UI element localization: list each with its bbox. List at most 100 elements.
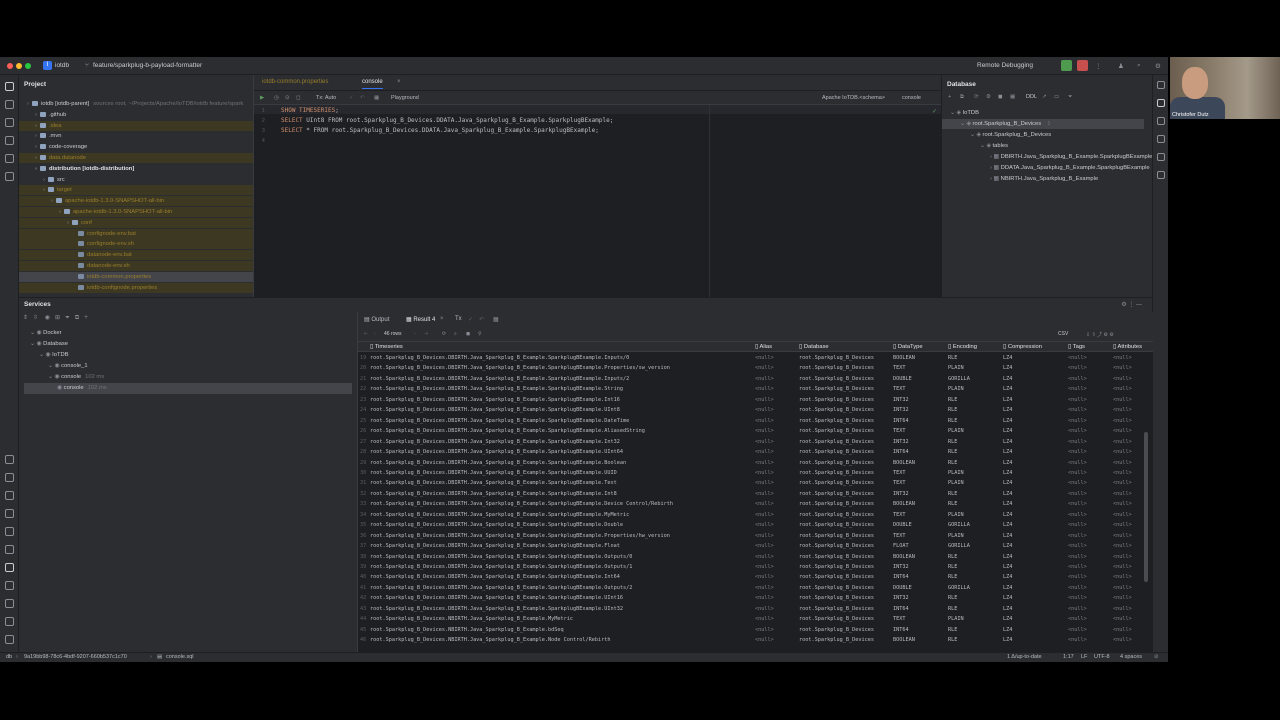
table-cell[interactable]: <null> [1068,635,1087,645]
stop-query-icon[interactable]: ◻ [296,95,301,101]
table-cell[interactable]: LZ4 [1003,499,1012,509]
project-tree-item[interactable]: › code-coverage [19,142,253,152]
todo-icon[interactable] [5,455,14,464]
table-cell[interactable]: root.Sparkplug_B_Devices.DBIRTH.Java_Spa… [370,374,629,384]
project-tree-item[interactable]: › apache-iotdb-1.3.0-SNAPSHOT-all-bin [19,207,253,217]
col-datatype[interactable]: ▯ DataType [893,344,923,350]
table-cell[interactable]: <null> [1068,593,1087,603]
table-cell[interactable]: root.Sparkplug_B_Devices [799,416,874,426]
database-tree-item[interactable]: › ▦ NBIRTH.Java_Sparkplug_B_Example [942,174,1144,184]
table-row[interactable]: 19 root.Sparkplug_B_Devices.DBIRTH.Java_S… [358,353,1148,363]
table-row[interactable]: 35 root.Sparkplug_B_Devices.DBIRTH.Java_S… [358,520,1148,530]
database-tree-item[interactable]: ⌄ ◈ root.Sparkplug_B_Devices 1 [942,119,1144,129]
table-cell[interactable]: <null> [755,593,774,603]
table-row[interactable]: 23 root.Sparkplug_B_Devices.DBIRTH.Java_S… [358,395,1148,405]
table-cell[interactable]: RLE [948,572,957,582]
table-cell[interactable]: LZ4 [1003,625,1012,635]
table-cell[interactable]: <null> [1113,614,1132,624]
table-cell[interactable]: PLAIN [948,614,964,624]
table-cell[interactable]: LZ4 [1003,363,1012,373]
table-cell[interactable]: <null> [1068,625,1087,635]
branch-selector[interactable]: feature/sparkplug-b-payload-formatter [93,62,202,69]
project-tree-item[interactable]: datanode-env.sh [19,261,253,271]
terminal-tool-icon[interactable] [5,154,14,163]
history-icon[interactable]: ◷ [274,95,279,101]
chevron-icon[interactable]: › [35,166,37,172]
settings-gear-icon[interactable]: ⚙ [1155,62,1161,70]
col-alias[interactable]: ▯ Alias [755,344,772,350]
table-cell[interactable]: <null> [1113,374,1132,384]
table-cell[interactable]: root.Sparkplug_B_Devices [799,593,874,603]
col-compression[interactable]: ▯ Compression [1003,344,1042,350]
table-cell[interactable]: root.Sparkplug_B_Devices.DBIRTH.Java_Spa… [370,416,629,426]
table-cell[interactable]: <null> [1068,353,1087,363]
table-cell[interactable]: root.Sparkplug_B_Devices [799,426,874,436]
project-tree-item[interactable]: datanode-env.bat [19,250,253,261]
reload-icon[interactable]: ⟳ [442,331,446,337]
table-row[interactable]: 36 root.Sparkplug_B_Devices.DBIRTH.Java_S… [358,531,1148,541]
table-cell[interactable]: root.Sparkplug_B_Devices [799,499,874,509]
execute-icon[interactable]: ▶ [260,95,264,101]
info-icon[interactable] [5,599,14,608]
table-cell[interactable]: INT64 [893,447,909,457]
table-cell[interactable]: LZ4 [1003,478,1012,488]
table-cell[interactable]: FLOAT [893,541,909,551]
git-tool-icon[interactable] [5,617,14,626]
table-cell[interactable]: <null> [755,458,774,468]
project-tree-item[interactable]: › .idea [19,120,253,131]
table-cell[interactable]: root.Sparkplug_B_Devices.DBIRTH.Java_Spa… [370,437,620,447]
table-cell[interactable]: <null> [1113,520,1132,530]
project-tree-item[interactable]: › target [19,185,253,196]
table-row[interactable]: 33 root.Sparkplug_B_Devices.DBIRTH.Java_S… [358,499,1148,509]
table-cell[interactable]: LZ4 [1003,353,1012,363]
services-tree-item[interactable]: ⌄ ◉ IoTDB [24,350,352,361]
lock-icon[interactable]: ⊘ [1154,654,1159,660]
table-cell[interactable]: BOOLEAN [893,635,915,645]
table-cell[interactable]: TEXT [893,384,906,394]
table-cell[interactable]: root.Sparkplug_B_Devices.DBIRTH.Java_Spa… [370,510,629,520]
table-cell[interactable]: INT32 [893,405,909,415]
rows-count-selector[interactable]: 46 rows [384,331,402,337]
code-line[interactable]: SELECT * FROM root.Sparkplug_B_Devices.D… [281,127,599,134]
table-cell[interactable]: <null> [755,478,774,488]
chevron-icon[interactable]: › [51,198,53,204]
table-cell[interactable]: RLE [948,593,957,603]
search-icon[interactable]: ⌕ [1137,62,1141,70]
table-cell[interactable]: <null> [755,447,774,457]
table-cell[interactable]: root.Sparkplug_B_Devices.NBIRTH.Java_Spa… [370,635,610,645]
chevron-icon[interactable]: › [67,220,69,226]
table-cell[interactable]: LZ4 [1003,416,1012,426]
table-cell[interactable]: <null> [1113,572,1132,582]
copilot-icon[interactable] [1157,135,1165,143]
jump-icon[interactable]: ↗ [1042,94,1047,100]
table-cell[interactable]: TEXT [893,614,906,624]
table-cell[interactable]: root.Sparkplug_B_Devices [799,395,874,405]
table-cell[interactable]: root.Sparkplug_B_Devices.NBIRTH.Java_Spa… [370,614,573,624]
tx-mode-selector[interactable]: Tx: Auto [316,95,336,101]
tab-console[interactable]: console [362,79,383,89]
table-cell[interactable]: <null> [1068,374,1087,384]
project-tree-item[interactable]: confignode-env.sh [19,239,253,250]
table-row[interactable]: 39 root.Sparkplug_B_Devices.DBIRTH.Java_S… [358,562,1148,572]
tx-indicator[interactable]: Tx [455,316,462,322]
database-tree-item[interactable]: › ▦ DDATA.Java_Sparkplug_B_Example.Spark… [942,163,1150,173]
run-config-selector[interactable]: Remote Debugging [977,62,1033,69]
table-cell[interactable]: <null> [1068,447,1087,457]
terminal-bottom-icon[interactable] [5,635,14,644]
table-cell[interactable]: <null> [755,635,774,645]
database-tree-item[interactable]: ⌄ ◈ tables [942,141,1144,151]
table-cell[interactable]: TEXT [893,468,906,478]
collapse-icon[interactable]: ▭ [1054,94,1059,100]
table-cell[interactable]: root.Sparkplug_B_Devices [799,604,874,614]
table-cell[interactable]: root.Sparkplug_B_Devices.DBIRTH.Java_Spa… [370,353,629,363]
table-cell[interactable]: PLAIN [948,478,964,488]
table-cell[interactable]: root.Sparkplug_B_Devices.DBIRTH.Java_Spa… [370,426,645,436]
table-row[interactable]: 40 root.Sparkplug_B_Devices.DBIRTH.Java_S… [358,572,1148,582]
explain-icon[interactable]: ⊙ [285,95,290,101]
table-cell[interactable]: <null> [755,625,774,635]
code-line[interactable]: SHOW TIMESERIES; [281,107,339,114]
table-cell[interactable]: <null> [1068,562,1087,572]
database-tree-item[interactable]: ⌄ ◈ IoTDB [942,108,1144,118]
show-icon[interactable]: ◉ [45,315,50,321]
table-icon[interactable]: ▦ [1010,94,1015,100]
